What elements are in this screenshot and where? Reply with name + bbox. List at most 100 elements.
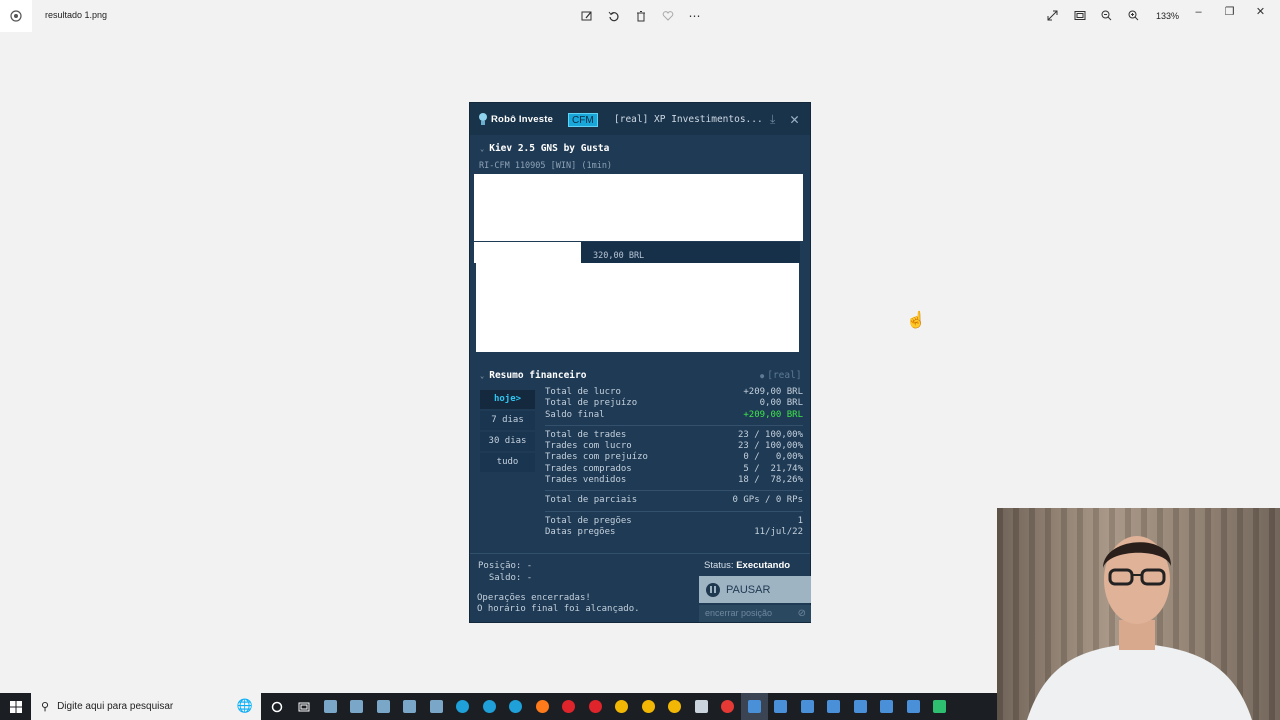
delete-icon[interactable] [632,7,649,24]
status-line: Status: Executando [704,560,790,571]
stat-label: Saldo final [545,409,605,420]
stat-row: Total de pregões 1 [545,516,803,527]
favorite-icon[interactable] [659,7,676,24]
pause-button[interactable]: PAUSAR [699,576,811,603]
chevron-down-icon: ⌄ [480,145,485,153]
window-icon[interactable] [900,693,927,720]
trades-group: Total de trades 23 / 100,00% Trades com l… [545,430,803,492]
minimize-icon[interactable]: – [1190,3,1207,20]
stat-row: Saldo final +209,00 BRL [545,410,803,421]
divider [470,553,810,554]
stat-label: Trades vendidos [545,475,627,486]
window-icon[interactable] [794,693,821,720]
strategy-name: Kiev 2.5 GNS by Gusta [489,143,610,154]
summary-mode: ● [real] [760,370,802,381]
stat-label: Trades comprados [545,463,632,474]
ban-icon: ⊘ [797,608,806,619]
balance-label: Saldo: - [488,572,533,583]
photos-icon[interactable] [741,693,768,720]
final-balance-value: +209,00 BRL [743,409,803,420]
status-value: Executando [736,560,791,571]
drive-icon[interactable] [927,693,954,720]
app-icon[interactable] [344,693,371,720]
task-view-icon[interactable] [291,693,318,720]
stat-value: 18 / 78,26% [737,475,803,486]
period-7-days[interactable]: 7 dias [480,411,535,430]
close-icon[interactable]: ✕ [1252,3,1269,20]
stat-label: Total de trades [545,429,627,440]
chrome-icon[interactable] [609,693,636,720]
edge-icon[interactable] [476,693,503,720]
vivaldi-icon[interactable] [715,693,742,720]
opera-icon[interactable] [582,693,609,720]
stat-row: Datas pregões 11/jul/22 [545,527,803,538]
stat-label: Total de parciais [545,495,638,506]
app-icon[interactable] [317,693,344,720]
window-icon[interactable] [874,693,901,720]
app-icon[interactable] [370,693,397,720]
position-info: Posição: - Saldo: - [478,561,532,584]
edit-icon[interactable] [578,7,595,24]
stat-row: Trades comprados 5 / 21,74% [545,464,803,475]
brand-label: Robô Investe [491,114,554,125]
stat-label: Total de prejuízo [545,398,638,409]
stat-label: Datas pregões [545,526,616,537]
status-label: Status: [704,560,734,571]
chrome-icon[interactable] [635,693,662,720]
profit-group: Total de lucro +209,00 BRL Total de preju… [545,387,803,426]
stat-row: Total de parciais 0 GPs / 0 RPs [545,495,803,506]
chrome-icon[interactable] [662,693,689,720]
mode-indicator-icon: ● [760,372,765,380]
stat-value: 0 / 0,00% [743,452,803,463]
period-all[interactable]: tudo [480,453,535,472]
stat-row: Trades vendidos 18 / 78,26% [545,475,803,486]
window-icon[interactable] [821,693,848,720]
app-icon[interactable] [397,693,424,720]
download-icon[interactable]: ⤓ [770,112,775,127]
stat-label: Trades com prejuízo [545,452,648,463]
edge-icon[interactable] [450,693,477,720]
more-icon[interactable]: ⋯ [686,7,703,24]
rotate-icon[interactable] [605,7,622,24]
windows-start-icon[interactable] [0,693,31,720]
end-position-label: encerrar posição [705,608,773,618]
pause-icon [706,582,720,597]
strategy-title[interactable]: ⌄ Kiev 2.5 GNS by Gusta [480,143,609,154]
sessions-group: Total de pregões 1 Datas pregões 11/jul/22 [545,516,803,543]
stat-row: Total de trades 23 / 100,00% [545,430,803,441]
mail-icon[interactable] [688,693,715,720]
end-position-button[interactable]: encerrar posição ⊘ [699,605,811,622]
stat-value: 0 GPs / 0 RPs [732,495,803,506]
summary-stats: Total de lucro +209,00 BRL Total de preju… [545,387,803,546]
firefox-icon[interactable] [529,693,556,720]
message-line: Operações encerradas! [477,593,591,603]
fit-icon[interactable] [1071,7,1088,24]
cortana-icon[interactable] [264,693,291,720]
app-icon[interactable] [423,693,450,720]
summary-title[interactable]: ⌄ Resumo financeiro [480,370,586,381]
window-controls: – ❐ ✕ [1190,3,1269,20]
stat-value: +209,00 BRL [743,387,803,397]
account-label[interactable]: [real] XP Investimentos... [614,114,763,125]
window-icon[interactable] [768,693,795,720]
taskbar-search[interactable]: ⚲ Digite aqui para pesquisar 🌐 [31,693,261,720]
stat-row: Trades com lucro 23 / 100,00% [545,441,803,452]
strategy-subtitle: RI-CFM 110905 [WIN] (1min) [479,161,613,171]
stat-label: Trades com lucro [545,441,632,452]
panel-close-icon[interactable]: ✕ [790,110,799,128]
period-30-days[interactable]: 30 dias [480,432,535,451]
zoom-out-icon[interactable] [1098,7,1115,24]
lightbulb-icon [479,113,487,125]
window-icon[interactable] [847,693,874,720]
search-highlight-icon: 🌐 [236,698,253,713]
opera-icon[interactable] [556,693,583,720]
zoom-in-icon[interactable] [1125,7,1142,24]
robot-panel: Robô Investe CFM [real] XP Investimentos… [469,102,811,623]
panel-header: Robô Investe CFM [real] XP Investimentos… [470,103,810,135]
restore-icon[interactable]: ❐ [1221,3,1238,20]
edge-icon[interactable] [503,693,530,720]
period-today[interactable]: hoje> [480,390,535,409]
fullscreen-icon[interactable] [1044,7,1061,24]
photos-app-icon[interactable] [0,0,32,32]
position-label: Posição: - [478,561,533,571]
